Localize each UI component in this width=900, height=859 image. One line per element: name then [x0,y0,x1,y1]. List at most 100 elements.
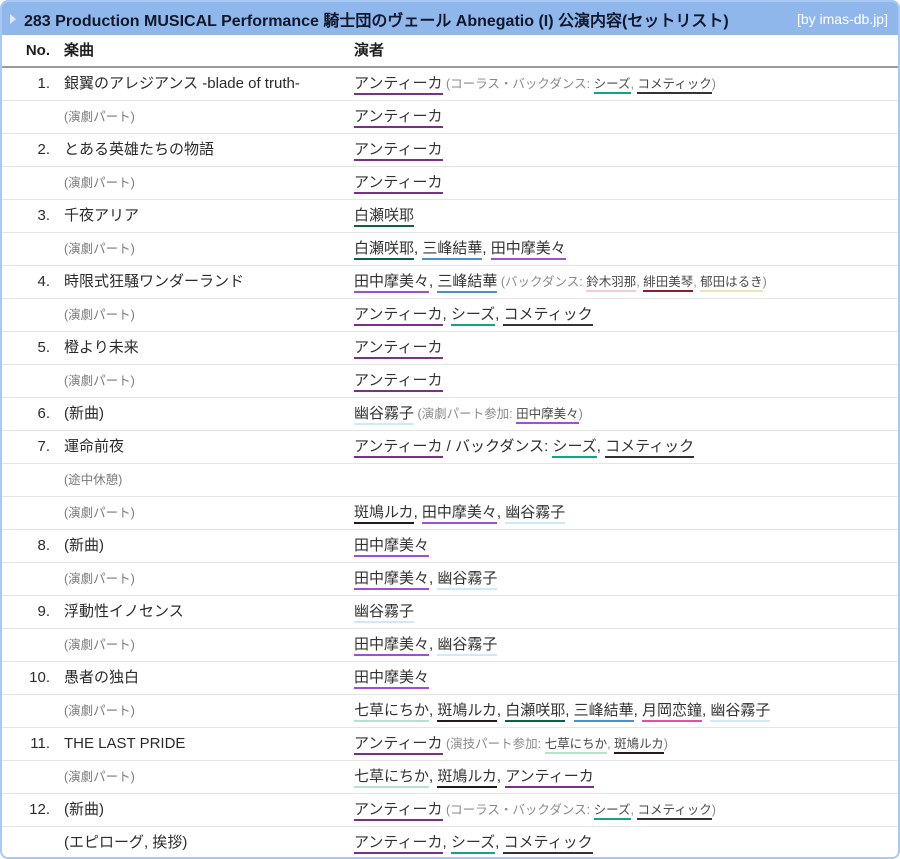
performer-cell: アンティーカ [350,166,898,200]
setlist-row: (演劇パート) 斑鳩ルカ, 田中摩美々, 幽谷霧子 [2,496,898,530]
performer-cell: 田中摩美々 [350,661,898,695]
performer-link[interactable]: 三峰結華 [573,702,634,722]
annotation-text: (演技パート参加: [442,737,545,751]
performer-link[interactable]: アンティーカ [354,141,443,161]
performer-cell: アンティーカ (コーラス・バックダンス: シーズ, コメティック) [350,67,898,101]
row-number [2,628,54,662]
performer-link[interactable]: アンティーカ [354,174,443,194]
part-label: (演劇パート) [54,562,350,596]
collapse-arrow-icon[interactable] [10,13,16,24]
performer-link[interactable]: 三峰結華 [437,273,498,293]
part-label: (演劇パート) [54,166,350,200]
performer-cell: アンティーカ (コーラス・バックダンス: シーズ, コメティック) [350,793,898,827]
performer-link[interactable]: 幽谷霧子 [437,636,498,656]
setlist-table: No. 楽曲 演者 1. 銀翼のアレジアンス -blade of truth- アン… [2,35,898,857]
row-number: 3. [2,199,54,233]
performer-cell: アンティーカ [350,331,898,365]
setlist-row: 12. (新曲) アンティーカ (コーラス・バックダンス: シーズ, コメティック) [2,793,898,827]
performer-cell: アンティーカ [350,133,898,167]
performer-link[interactable]: アンティーカ [354,339,443,359]
row-number [2,562,54,596]
performer-link[interactable]: アンティーカ [354,372,443,392]
performer-cell: 七草にちか, 斑鳩ルカ, 白瀬咲耶, 三峰結華, 月岡恋鐘, 幽谷霧子 [350,694,898,728]
performer-link[interactable]: シーズ [593,77,631,94]
performer-link[interactable]: コメティック [503,306,593,326]
performer-link[interactable]: コメティック [637,77,712,94]
row-number [2,100,54,134]
performer-link[interactable]: シーズ [450,834,496,854]
performer-link[interactable]: 幽谷霧子 [710,702,771,722]
performer-link[interactable]: アンティーカ [354,438,443,458]
performer-link[interactable]: アンティーカ [354,75,443,95]
performer-cell [350,463,898,497]
performer-link[interactable]: シーズ [593,803,631,820]
performer-link[interactable]: アンティーカ [354,834,443,854]
performer-link[interactable]: 田中摩美々 [516,407,579,424]
annotation-text: ) [663,737,668,751]
setlist-row: 11. THE LAST PRIDE アンティーカ (演技パート参加: 七草にちか,… [2,727,898,761]
annotation-text: (コーラス・バックダンス: [442,77,594,91]
credit-link[interactable]: [by imas-db.jp] [797,11,888,27]
setlist-row: 6. (新曲) 幽谷霧子 (演劇パート参加: 田中摩美々) [2,397,898,431]
performer-link[interactable]: 月岡恋鐘 [641,702,702,722]
performer-link[interactable]: 田中摩美々 [354,570,430,590]
performer-link[interactable]: 白瀬咲耶 [354,207,415,227]
setlist-row: (演劇パート) 七草にちか, 斑鳩ルカ, 白瀬咲耶, 三峰結華, 月岡恋鐘, 幽谷… [2,694,898,728]
performer-link[interactable]: アンティーカ [505,768,594,788]
performer-link[interactable]: 斑鳩ルカ [437,768,497,788]
performer-link[interactable]: 田中摩美々 [354,669,430,689]
setlist-row: 5. 橙より未来 アンティーカ [2,331,898,365]
performer-link[interactable]: 七草にちか [354,702,430,722]
performer-link[interactable]: 三峰結華 [422,240,483,260]
performer-link[interactable]: 七草にちか [544,737,608,754]
performer-link[interactable]: アンティーカ [354,801,443,821]
performer-link[interactable]: アンティーカ [354,306,443,326]
performer-link[interactable]: コメティック [637,803,712,820]
performer-link[interactable]: 斑鳩ルカ [614,737,664,754]
performer-link[interactable]: 郁田はるき [700,275,763,292]
row-number [2,760,54,794]
performer-cell: アンティーカ, シーズ, コメティック [350,826,898,857]
col-header-performer: 演者 [350,35,898,68]
separator-text: , [413,504,422,521]
performer-link[interactable]: 幽谷霧子 [437,570,498,590]
song-title: THE LAST PRIDE [54,727,350,761]
performer-link[interactable]: 幽谷霧子 [354,603,415,623]
performer-link[interactable]: コメティック [605,438,695,458]
col-header-song: 楽曲 [54,35,350,68]
performer-cell: アンティーカ, シーズ, コメティック [350,298,898,332]
setlist-row: 8. (新曲) 田中摩美々 [2,529,898,563]
column-header-row: No. 楽曲 演者 [2,35,898,68]
performer-link[interactable]: 七草にちか [354,768,430,788]
performer-link[interactable]: 白瀬咲耶 [354,240,415,260]
performer-cell: 田中摩美々, 幽谷霧子 [350,562,898,596]
performer-link[interactable]: 田中摩美々 [354,636,430,656]
performer-link[interactable]: 鈴木羽那 [586,275,637,292]
performer-link[interactable]: コメティック [503,834,593,854]
performer-link[interactable]: シーズ [552,438,597,458]
performer-cell: 田中摩美々, 幽谷霧子 [350,628,898,662]
page-title: 283 Production MUSICAL Performance 騎士団のヴ… [24,12,729,30]
song-title: (新曲) [54,529,350,563]
performer-link[interactable]: 田中摩美々 [354,537,430,557]
song-title: 愚者の独白 [54,661,350,695]
performer-link[interactable]: 幽谷霧子 [354,405,415,425]
performer-link[interactable]: 幽谷霧子 [505,504,566,524]
separator-text: , [596,438,606,455]
performer-link[interactable]: 白瀬咲耶 [505,702,566,722]
performer-link[interactable]: シーズ [450,306,496,326]
performer-cell: 七草にちか, 斑鳩ルカ, アンティーカ [350,760,898,794]
performer-link[interactable]: 田中摩美々 [421,504,497,524]
performer-link[interactable]: 田中摩美々 [490,240,566,260]
performer-link[interactable]: 田中摩美々 [354,273,430,293]
performer-link[interactable]: 斑鳩ルカ [437,702,497,722]
song-title: (新曲) [54,397,350,431]
performer-link[interactable]: 緋田美琴 [643,275,694,292]
row-number [2,694,54,728]
performer-link[interactable]: アンティーカ [354,108,443,128]
song-title: 千夜アリア [54,199,350,233]
setlist-row: (演劇パート) アンティーカ [2,100,898,134]
performer-link[interactable]: 斑鳩ルカ [354,504,414,524]
row-number [2,463,54,497]
performer-link[interactable]: アンティーカ [354,735,443,755]
